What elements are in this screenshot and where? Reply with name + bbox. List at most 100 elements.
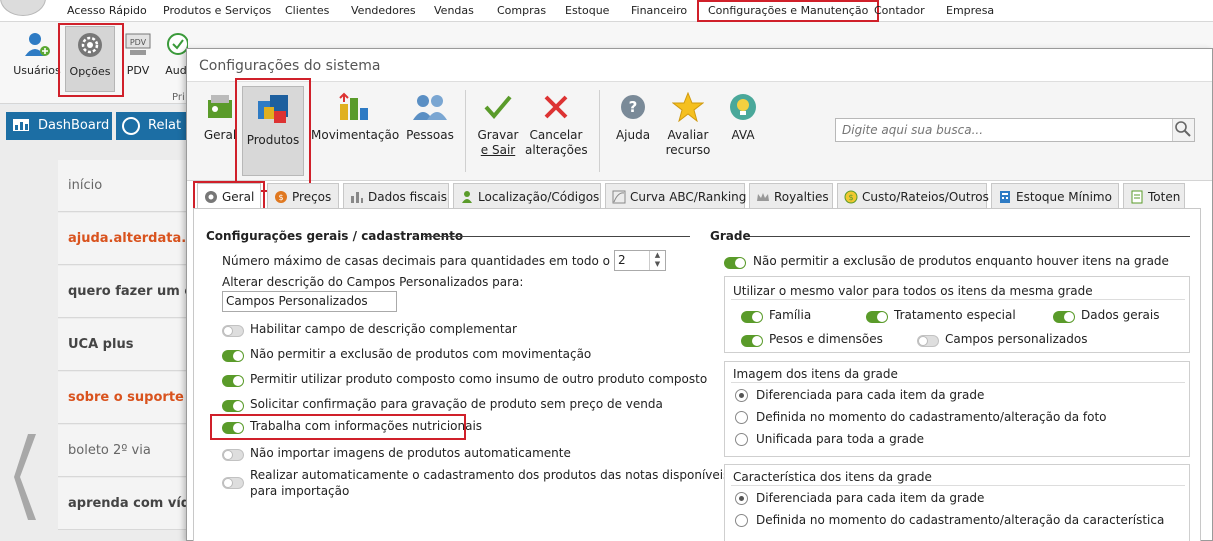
coin-icon: $: [275, 191, 287, 203]
tab-estoque-minimo[interactable]: Estoque Mínimo: [991, 183, 1119, 209]
toggle-confirmacao-sem-preco[interactable]: [222, 400, 244, 412]
tab-localizacao-label: Localização/Códigos: [478, 190, 600, 204]
toggle-label: Solicitar confirmação para gravação de p…: [250, 397, 663, 411]
movimentacao-toolbar-button[interactable]: Movimentação: [311, 86, 399, 176]
menu-clientes[interactable]: Clientes: [285, 0, 329, 22]
ava-button[interactable]: AVA: [723, 86, 763, 176]
tab-curva-label: Curva ABC/Ranking: [630, 190, 747, 204]
menu-vendas[interactable]: Vendas: [434, 0, 474, 22]
toggle-familia[interactable]: [741, 311, 763, 323]
toggle-nao-importar-imagens[interactable]: [222, 449, 244, 461]
document-icon: [1131, 190, 1143, 204]
toggle-cadastramento-automatico[interactable]: [222, 477, 244, 489]
tab-dados-fiscais[interactable]: Dados fiscais: [343, 183, 449, 209]
group-divider: [731, 299, 1185, 300]
products-boxes-icon: [258, 95, 288, 123]
ajuda-button[interactable]: ? Ajuda: [613, 86, 653, 176]
gravar-sair-button[interactable]: Gravar e Sair: [475, 86, 521, 176]
chevron-left-icon[interactable]: [14, 432, 42, 522]
cancelar-label-1: Cancelar: [529, 128, 583, 142]
dashboard-label: DashBoard: [38, 118, 110, 133]
lightbulb-icon: [730, 94, 756, 120]
radio-carac-definida[interactable]: [735, 514, 748, 527]
tab-geral[interactable]: Geral: [197, 183, 261, 210]
section-divider: [750, 236, 1190, 237]
app-logo[interactable]: [0, 0, 46, 16]
decimal-places-spinner[interactable]: 2 ▲ ▼: [614, 250, 666, 271]
side-item-inicio[interactable]: início: [58, 160, 188, 212]
pdv-button[interactable]: PDV PDV: [120, 26, 156, 92]
toggle-produto-composto[interactable]: [222, 375, 244, 387]
side-item-boleto[interactable]: boleto 2º via: [58, 425, 188, 477]
radio-imagem-definida[interactable]: [735, 411, 748, 424]
caracteristica-group: Característica dos itens da grade Difere…: [724, 464, 1190, 541]
ajuda-label: Ajuda: [615, 128, 651, 142]
menu-acesso-rapido[interactable]: Acesso Rápido: [67, 0, 147, 22]
menu-financeiro[interactable]: Financeiro: [631, 0, 687, 22]
menu-vendedores[interactable]: Vendedores: [351, 0, 416, 22]
side-item-uca-plus[interactable]: UCA plus: [58, 319, 188, 371]
custom-fields-name-input[interactable]: Campos Personalizados: [222, 291, 397, 312]
pessoas-toolbar-button[interactable]: Pessoas: [403, 86, 457, 176]
toggle-descricao-complementar[interactable]: [222, 325, 244, 337]
toggle-informacoes-nutricionais[interactable]: [222, 422, 244, 434]
top-menu-bar: Acesso Rápido Produtos e Serviços Client…: [0, 0, 1213, 22]
pdv-icon: PDV: [125, 33, 151, 55]
toggle-pesos-dimensoes[interactable]: [741, 335, 763, 347]
toggle-label: Dados gerais: [1081, 308, 1160, 322]
relatorios-button[interactable]: Relat: [116, 112, 188, 140]
search-button[interactable]: [1172, 119, 1194, 141]
toggle-dados-gerais[interactable]: [1053, 311, 1075, 323]
menu-empresa[interactable]: Empresa: [946, 0, 994, 22]
svg-text:?: ?: [629, 98, 638, 116]
menu-configuracoes-manutencao[interactable]: Configurações e Manutenção: [697, 0, 880, 22]
opcoes-label: Opções: [69, 65, 111, 78]
cancelar-alteracoes-button[interactable]: Cancelar alterações: [525, 86, 588, 176]
radio-label: Diferenciada para cada item da grade: [756, 388, 985, 402]
checkmark-icon: [484, 95, 512, 120]
aud-button[interactable]: Aud: [164, 26, 188, 92]
spinner-arrows[interactable]: ▲ ▼: [649, 251, 665, 270]
side-item-sobre-suporte[interactable]: sobre o suporte: [58, 372, 188, 424]
search-input[interactable]: [836, 119, 1166, 141]
svg-text:$: $: [848, 193, 853, 202]
radio-label: Definida no momento do cadastramento/alt…: [756, 513, 1165, 527]
toggle-nao-excluir-movimentacao[interactable]: [222, 350, 244, 362]
tab-custo-rateios[interactable]: $ Custo/Rateios/Outros: [837, 183, 989, 209]
tab-precos[interactable]: $ Preços: [267, 183, 339, 209]
usuarios-button[interactable]: Usuários: [12, 26, 62, 92]
search-box: [835, 118, 1195, 142]
avaliar-recurso-button[interactable]: Avaliar recurso: [661, 86, 715, 176]
tab-royalties[interactable]: Royalties: [749, 183, 833, 209]
toggle-label: Trabalha com informações nutricionais: [250, 419, 483, 433]
toggle-tratamento-especial[interactable]: [866, 311, 888, 323]
usuarios-label: Usuários: [13, 64, 61, 77]
dashboard-button[interactable]: DashBoard: [6, 112, 112, 140]
opcoes-button[interactable]: Opções: [65, 26, 115, 92]
radio-imagem-unificada[interactable]: [735, 433, 748, 446]
radio-imagem-diferenciada[interactable]: [735, 389, 748, 402]
dialog-title: Configurações do sistema: [199, 58, 381, 74]
tab-curva-abc[interactable]: Curva ABC/Ranking: [605, 183, 747, 209]
menu-contador[interactable]: Contador: [874, 0, 925, 22]
side-item-aprenda[interactable]: aprenda com víde: [58, 478, 188, 530]
geral-toolbar-button[interactable]: Geral: [201, 86, 239, 176]
produtos-toolbar-label: Produtos: [246, 133, 300, 147]
side-item-ajuda[interactable]: ajuda.alterdata.com: [58, 213, 188, 265]
side-item-quero-fazer[interactable]: quero fazer um cu: [58, 266, 188, 318]
tab-localizacao-codigos[interactable]: Localização/Códigos: [453, 183, 601, 209]
section-divider: [424, 236, 690, 237]
tab-toten[interactable]: Toten: [1123, 183, 1185, 209]
group-divider: [731, 485, 1185, 486]
toggle-label: Permitir utilizar produto composto como …: [250, 372, 708, 386]
menu-produtos-servicos[interactable]: Produtos e Serviços: [163, 0, 271, 22]
gravar-label-1: Gravar: [477, 128, 519, 142]
produtos-toolbar-button[interactable]: Produtos: [242, 86, 304, 176]
grade-section-title: Grade: [710, 229, 751, 243]
aud-label: Aud: [165, 64, 187, 77]
toggle-campos-personalizados[interactable]: [917, 335, 939, 347]
menu-compras[interactable]: Compras: [497, 0, 546, 22]
radio-carac-diferenciada[interactable]: [735, 492, 748, 505]
toggle-grade-nao-excluir[interactable]: [724, 257, 746, 269]
menu-estoque[interactable]: Estoque: [565, 0, 609, 22]
